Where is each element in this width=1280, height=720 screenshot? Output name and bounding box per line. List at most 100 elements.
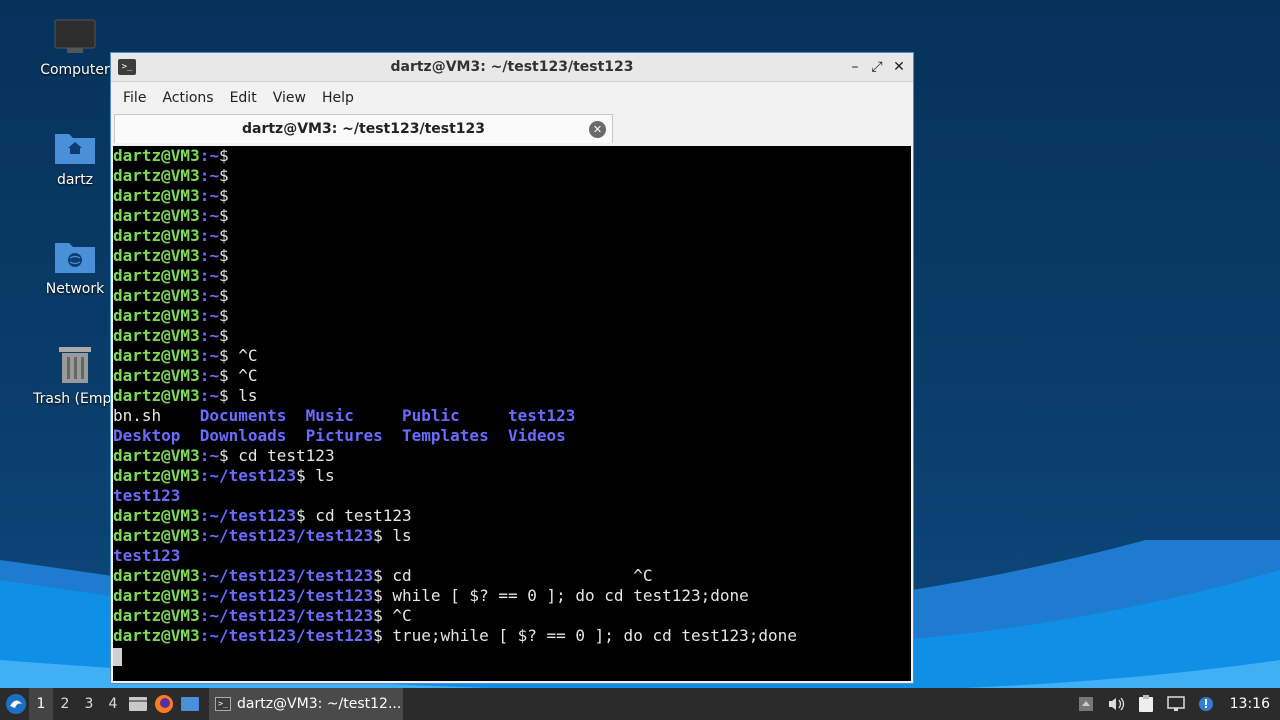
prompt-user: dartz@VM3 xyxy=(113,326,200,345)
command-text: cd test123 xyxy=(305,506,412,525)
menu-edit[interactable]: Edit xyxy=(222,90,265,106)
show-desktop-icon xyxy=(181,697,199,711)
ls-directory-entry: test123 xyxy=(113,546,181,565)
terminal-line: dartz@VM3:~$ xyxy=(113,286,911,306)
terminal-app-icon[interactable]: >_ xyxy=(118,59,136,75)
launcher-show-desktop[interactable] xyxy=(177,688,203,720)
menu-file[interactable]: File xyxy=(115,90,154,106)
minimize-button[interactable]: – xyxy=(847,57,863,77)
prompt-user: dartz@VM3 xyxy=(113,166,200,185)
update-notifier-icon[interactable] xyxy=(1196,694,1216,714)
terminal-line: dartz@VM3:~/test123$ cd test123 xyxy=(113,506,911,526)
ls-directory-entry: test123 xyxy=(507,406,576,425)
trash-icon xyxy=(59,347,91,383)
prompt-path: :~ xyxy=(199,386,219,405)
tab-terminal[interactable]: dartz@VM3: ~/test123/test123 ✕ xyxy=(114,114,613,143)
terminal-line: dartz@VM3:~$ xyxy=(113,146,911,166)
prompt-path: :~ xyxy=(199,266,219,285)
menu-help[interactable]: Help xyxy=(314,90,362,106)
network-status-icon[interactable] xyxy=(1166,694,1186,714)
prompt-symbol: $ xyxy=(218,146,229,165)
launcher-firefox[interactable] xyxy=(151,688,177,720)
prompt-symbol: $ xyxy=(373,626,383,645)
command-text: ls xyxy=(228,386,258,405)
prompt-user: dartz@VM3 xyxy=(113,506,200,525)
prompt-symbol: $ xyxy=(218,226,229,245)
launcher-file-manager[interactable] xyxy=(125,688,151,720)
prompt-path: :~ xyxy=(199,306,219,325)
terminal-window: >_ dartz@VM3: ~/test123/test123 – ⤢ ✕ Fi… xyxy=(110,52,914,684)
prompt-symbol: $ xyxy=(218,186,229,205)
prompt-user: dartz@VM3 xyxy=(113,366,200,385)
prompt-user: dartz@VM3 xyxy=(113,146,200,165)
network-folder-icon xyxy=(55,243,95,273)
menu-actions[interactable]: Actions xyxy=(154,90,221,106)
workspace-2[interactable]: 2 xyxy=(53,688,77,720)
tab-close-icon[interactable]: ✕ xyxy=(589,121,606,138)
prompt-path: :~ xyxy=(199,446,219,465)
lubuntu-logo-icon xyxy=(6,694,26,714)
command-text: cd test123 xyxy=(228,446,335,465)
terminal-line: dartz@VM3:~$ xyxy=(113,306,911,326)
ls-directory-entry: test123 xyxy=(113,486,181,505)
desktop-icon-label: Network xyxy=(45,281,105,297)
prompt-user: dartz@VM3 xyxy=(113,286,200,305)
taskbar: 1 2 3 4 >_ dartz@VM3: ~/test12... 13:16 xyxy=(0,688,1280,720)
prompt-path: :~ xyxy=(199,286,219,305)
prompt-user: dartz@VM3 xyxy=(113,586,200,605)
prompt-path: :~/test123 xyxy=(199,466,297,485)
maximize-button[interactable]: ⤢ xyxy=(869,57,885,77)
command-text: while [ $? == 0 ]; do cd test123;done xyxy=(382,586,749,605)
terminal-line: dartz@VM3:~$ ^C xyxy=(113,366,911,386)
prompt-symbol: $ xyxy=(373,526,383,545)
workspace-4[interactable]: 4 xyxy=(101,688,125,720)
terminal-cursor xyxy=(113,647,122,666)
terminal-line: dartz@VM3:~/test123/test123$ while [ $? … xyxy=(113,586,911,606)
menu-bar: File Actions Edit View Help xyxy=(111,82,913,113)
prompt-path: :~ xyxy=(199,346,219,365)
prompt-symbol: $ xyxy=(218,206,229,225)
ls-file-entry xyxy=(180,426,199,445)
tab-label: dartz@VM3: ~/test123/test123 xyxy=(241,121,486,137)
command-text: ^C xyxy=(382,606,412,625)
prompt-path: :~ xyxy=(199,226,219,245)
terminal-line: test123 xyxy=(113,546,911,566)
prompt-path: :~ xyxy=(199,146,219,165)
terminal-line: dartz@VM3:~/test123/test123$ ^C xyxy=(113,606,911,626)
prompt-user: dartz@VM3 xyxy=(113,626,200,645)
prompt-user: dartz@VM3 xyxy=(113,306,200,325)
volume-icon[interactable] xyxy=(1106,694,1126,714)
clipboard-icon[interactable] xyxy=(1136,694,1156,714)
app-menu-button[interactable] xyxy=(3,691,29,717)
prompt-symbol: $ xyxy=(373,566,383,585)
close-button[interactable]: ✕ xyxy=(891,57,907,77)
terminal-output[interactable]: dartz@VM3:~$ dartz@VM3:~$ dartz@VM3:~$ dart… xyxy=(113,146,911,681)
tray-eject-icon[interactable] xyxy=(1076,694,1096,714)
prompt-user: dartz@VM3 xyxy=(113,226,200,245)
firefox-icon xyxy=(155,695,173,713)
window-title: dartz@VM3: ~/test123/test123 xyxy=(390,59,634,75)
terminal-line: dartz@VM3:~$ xyxy=(113,206,911,226)
prompt-user: dartz@VM3 xyxy=(113,466,200,485)
ls-file-entry xyxy=(286,406,305,425)
ls-directory-entry: Music xyxy=(305,406,354,425)
command-text: ^C xyxy=(228,346,258,365)
terminal-line: Desktop Downloads Pictures Templates Vid… xyxy=(113,426,911,446)
desktop-icon-label: Trash (Empt xyxy=(33,391,117,407)
workspace-3[interactable]: 3 xyxy=(77,688,101,720)
prompt-symbol: $ xyxy=(373,606,383,625)
command-text: cd ^C xyxy=(382,566,653,585)
window-titlebar[interactable]: >_ dartz@VM3: ~/test123/test123 – ⤢ ✕ xyxy=(111,53,913,82)
prompt-user: dartz@VM3 xyxy=(113,206,200,225)
ls-directory-entry: Desktop xyxy=(113,426,181,445)
prompt-path: :~/test123/test123 xyxy=(199,526,374,545)
terminal-line xyxy=(113,646,911,666)
command-text: true;while [ $? == 0 ]; do cd test123;do… xyxy=(382,626,797,645)
file-manager-icon xyxy=(129,697,147,711)
prompt-user: dartz@VM3 xyxy=(113,386,200,405)
menu-view[interactable]: View xyxy=(265,90,314,106)
taskbar-terminal-task[interactable]: >_ dartz@VM3: ~/test12... xyxy=(209,688,403,720)
workspace-1[interactable]: 1 xyxy=(29,688,53,720)
home-folder-icon xyxy=(55,134,95,164)
ls-directory-entry: Pictures xyxy=(305,426,383,445)
